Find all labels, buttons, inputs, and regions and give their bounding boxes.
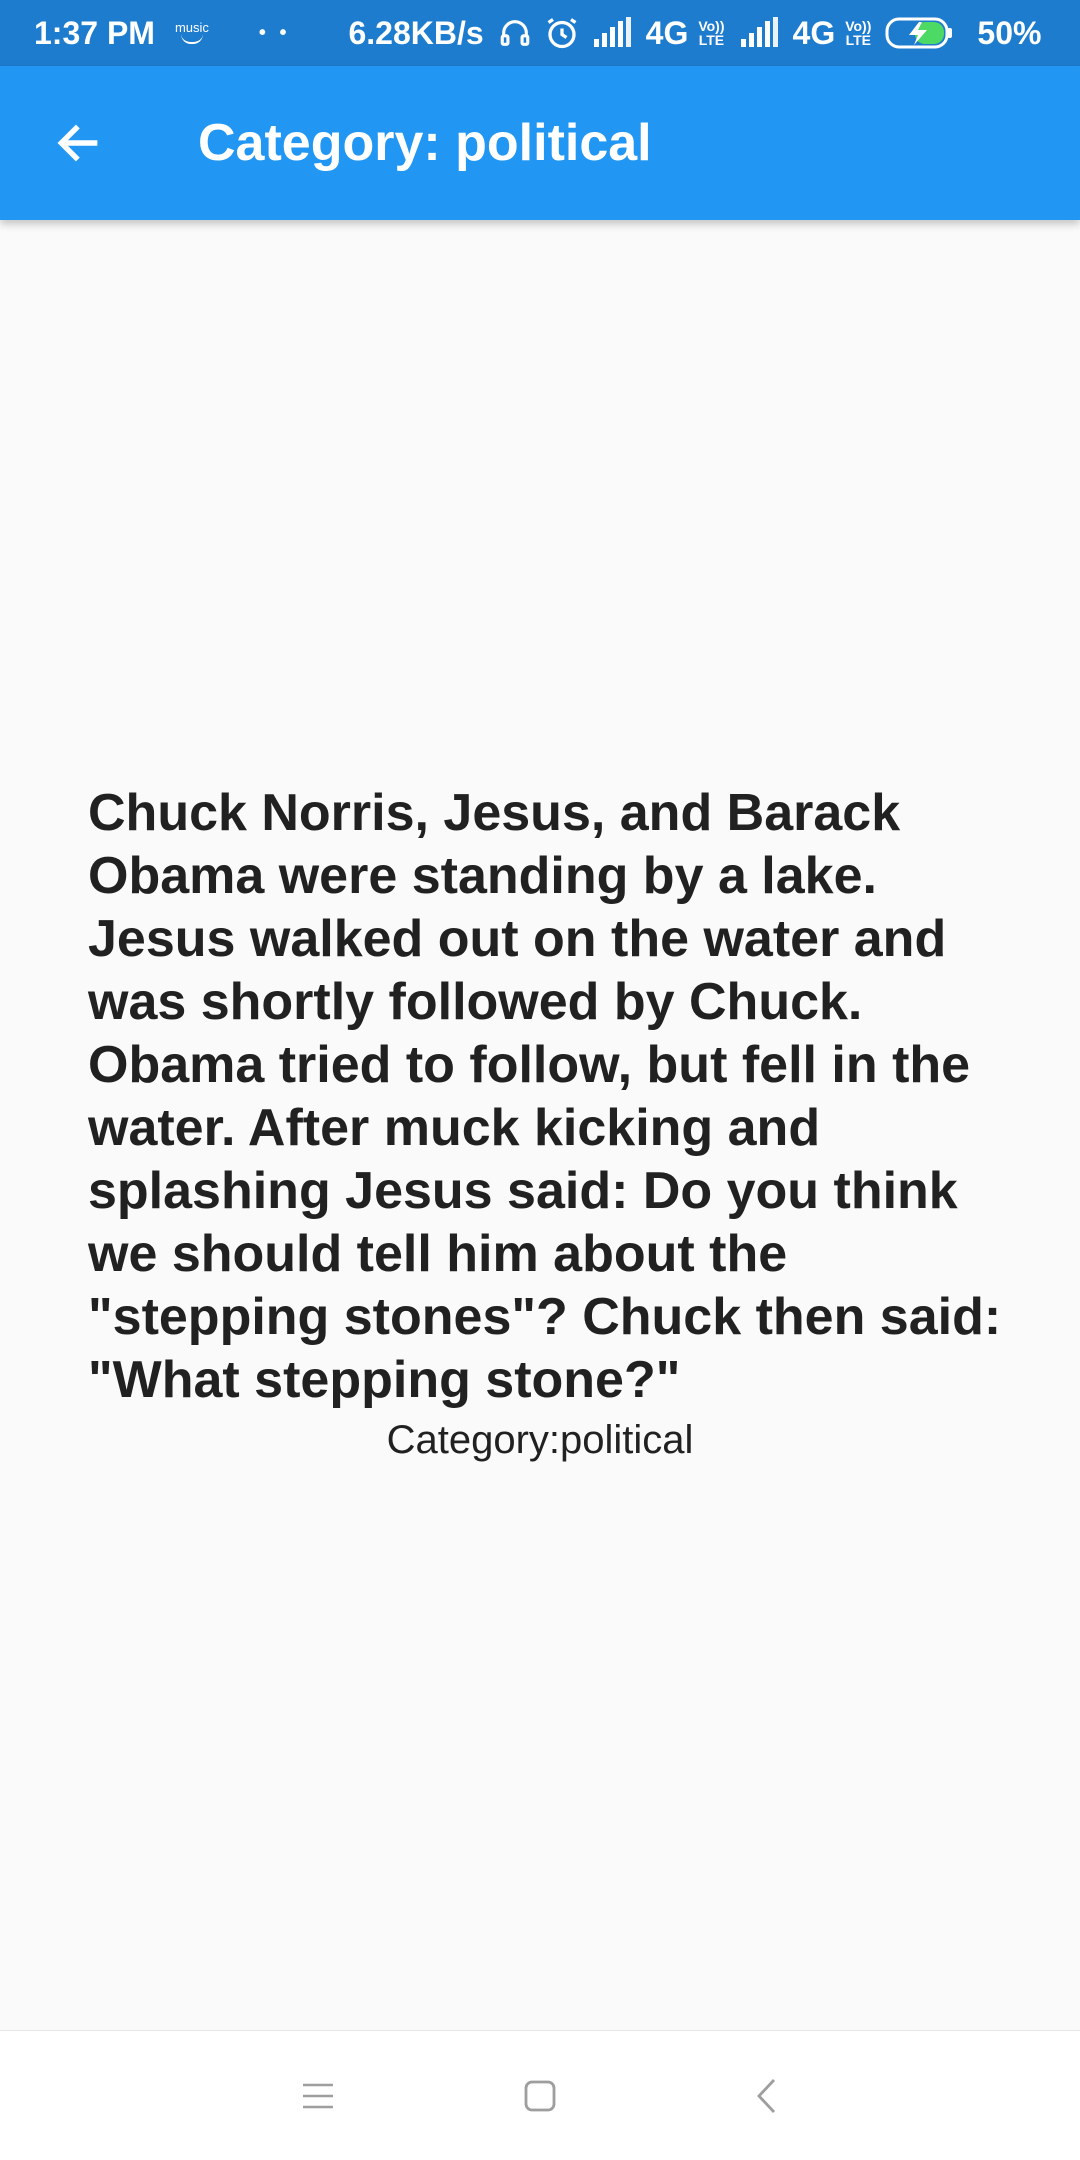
menu-icon [303,2083,333,2108]
volte-badge: Vo)) LTE [698,19,724,47]
network-type: 4G [645,14,689,51]
joke-content: Chuck Norris, Jesus, and Barack Obama we… [0,220,1080,2030]
notification-dots: • • [258,21,291,44]
back-chevron-icon [757,2078,776,2113]
joke-category: Category:political [386,1418,694,1462]
home-square-icon [524,2080,556,2111]
nav-back-button[interactable] [726,2056,806,2136]
network-type: 4G [792,14,836,51]
volte-top: Vo)) [698,18,725,34]
signal-icon [592,17,634,49]
joke-text: Chuck Norris, Jesus, and Barack Obama we… [88,784,1002,1409]
battery-percent: 50% [977,14,1042,51]
home-button[interactable] [500,2056,580,2136]
arrow-left-icon [57,124,98,162]
app-bar: Category: political [0,66,1080,220]
status-time: 1:37 PM [34,14,155,51]
volte-bottom: LTE [845,32,871,48]
menu-button[interactable] [278,2056,358,2136]
net-speed: 6.28KB/s [348,14,484,51]
volte-badge: Vo)) LTE [845,19,871,47]
back-button[interactable] [40,105,116,181]
music-label: music [174,20,209,35]
signal-icon [739,17,781,49]
system-nav-bar [0,2030,1080,2160]
battery-charging-icon [885,16,955,50]
amazon-music-icon: music [174,20,209,44]
volte-bottom: LTE [698,32,725,48]
status-bar: 1:37 PM music • • 6.28KB/s 4G Vo)) LTE 4… [0,0,1080,66]
alarm-icon [544,15,580,51]
volte-top: Vo)) [845,18,872,34]
page-title: Category: political [198,114,652,172]
headphones-icon [498,16,532,50]
